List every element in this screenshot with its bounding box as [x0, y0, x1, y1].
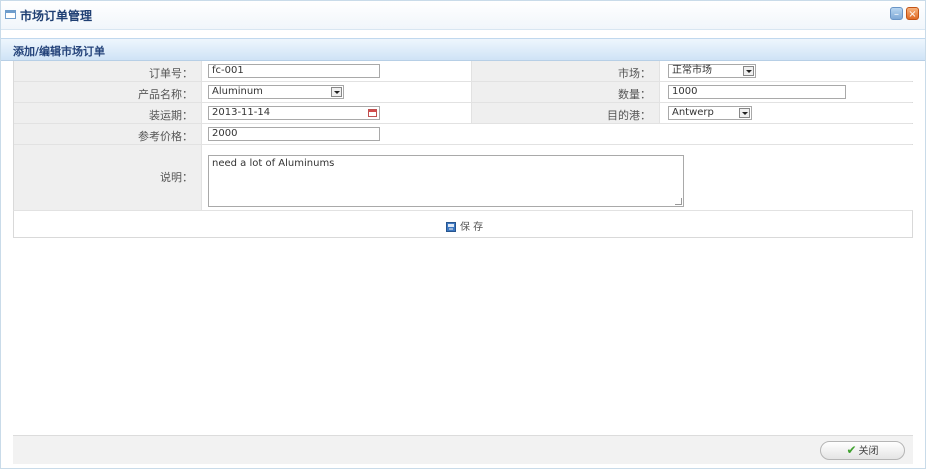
- chevron-down-icon[interactable]: [743, 66, 754, 76]
- window-icon: [5, 10, 16, 19]
- dialog-window: 市场订单管理 – × 添加/编辑市场订单 订单号： fc-001 市场： 正常市…: [0, 0, 926, 469]
- chevron-down-icon[interactable]: [331, 87, 342, 97]
- minimize-button[interactable]: –: [890, 7, 903, 20]
- destination-select-value: Antwerp: [672, 107, 714, 118]
- product-select[interactable]: Aluminum: [208, 85, 344, 99]
- close-button[interactable]: ✔ 关闭: [820, 441, 905, 460]
- order-no-label: 订单号：: [14, 61, 202, 81]
- section-title: 添加/编辑市场订单: [13, 45, 106, 58]
- quantity-cell: 1000: [660, 82, 916, 102]
- notes-value: need a lot of Aluminums: [212, 158, 335, 169]
- market-select-value: 正常市场: [672, 65, 712, 76]
- product-label: 产品名称：: [14, 82, 202, 102]
- form-row: 订单号： fc-001 市场： 正常市场: [14, 61, 916, 82]
- quantity-input[interactable]: 1000: [668, 85, 846, 99]
- save-bar: 保 存: [13, 210, 913, 238]
- market-cell: 正常市场: [660, 61, 916, 81]
- check-icon: ✔: [846, 443, 857, 457]
- ship-date-cell: 2013-11-14: [202, 103, 472, 123]
- window-title: 市场订单管理: [20, 9, 93, 23]
- calendar-icon[interactable]: [368, 109, 377, 117]
- destination-label: 目的港：: [472, 103, 660, 123]
- ref-price-input[interactable]: 2000: [208, 127, 380, 141]
- form-row: 说明： need a lot of Aluminums: [14, 145, 916, 211]
- close-label: 关闭: [858, 446, 879, 457]
- notes-cell: need a lot of Aluminums: [202, 145, 916, 210]
- market-label: 市场：: [472, 61, 660, 81]
- form-row: 装运期： 2013-11-14 目的港： Antwerp: [14, 103, 916, 124]
- destination-select[interactable]: Antwerp: [668, 106, 752, 120]
- form-row: 参考价格： 2000: [14, 124, 916, 145]
- ref-price-label: 参考价格：: [14, 124, 202, 144]
- ref-price-cell: 2000: [202, 124, 916, 144]
- chevron-down-icon[interactable]: [739, 108, 750, 118]
- quantity-label: 数量：: [472, 82, 660, 102]
- product-cell: Aluminum: [202, 82, 472, 102]
- form-row: 产品名称： Aluminum 数量： 1000: [14, 82, 916, 103]
- notes-label: 说明：: [14, 145, 202, 210]
- ship-date-value: 2013-11-14: [212, 107, 271, 118]
- bottom-bar: ✔ 关闭: [13, 435, 913, 464]
- resize-grip-icon[interactable]: [675, 198, 682, 205]
- product-select-value: Aluminum: [212, 86, 263, 97]
- title-bar[interactable]: 市场订单管理 – ×: [1, 1, 925, 30]
- close-window-button[interactable]: ×: [906, 7, 919, 20]
- destination-cell: Antwerp: [660, 103, 916, 123]
- ship-date-label: 装运期：: [14, 103, 202, 123]
- save-button[interactable]: 保 存: [446, 218, 483, 233]
- ship-date-input[interactable]: 2013-11-14: [208, 106, 380, 120]
- save-icon: [446, 222, 456, 232]
- section-header: 添加/编辑市场订单: [1, 38, 925, 61]
- save-label: 保 存: [460, 222, 484, 233]
- order-no-cell: fc-001: [202, 61, 472, 81]
- notes-textarea[interactable]: need a lot of Aluminums: [208, 155, 684, 207]
- order-form: 订单号： fc-001 市场： 正常市场 产品名称： Aluminum 数量： …: [13, 61, 916, 211]
- market-select[interactable]: 正常市场: [668, 64, 756, 78]
- order-no-input[interactable]: fc-001: [208, 64, 380, 78]
